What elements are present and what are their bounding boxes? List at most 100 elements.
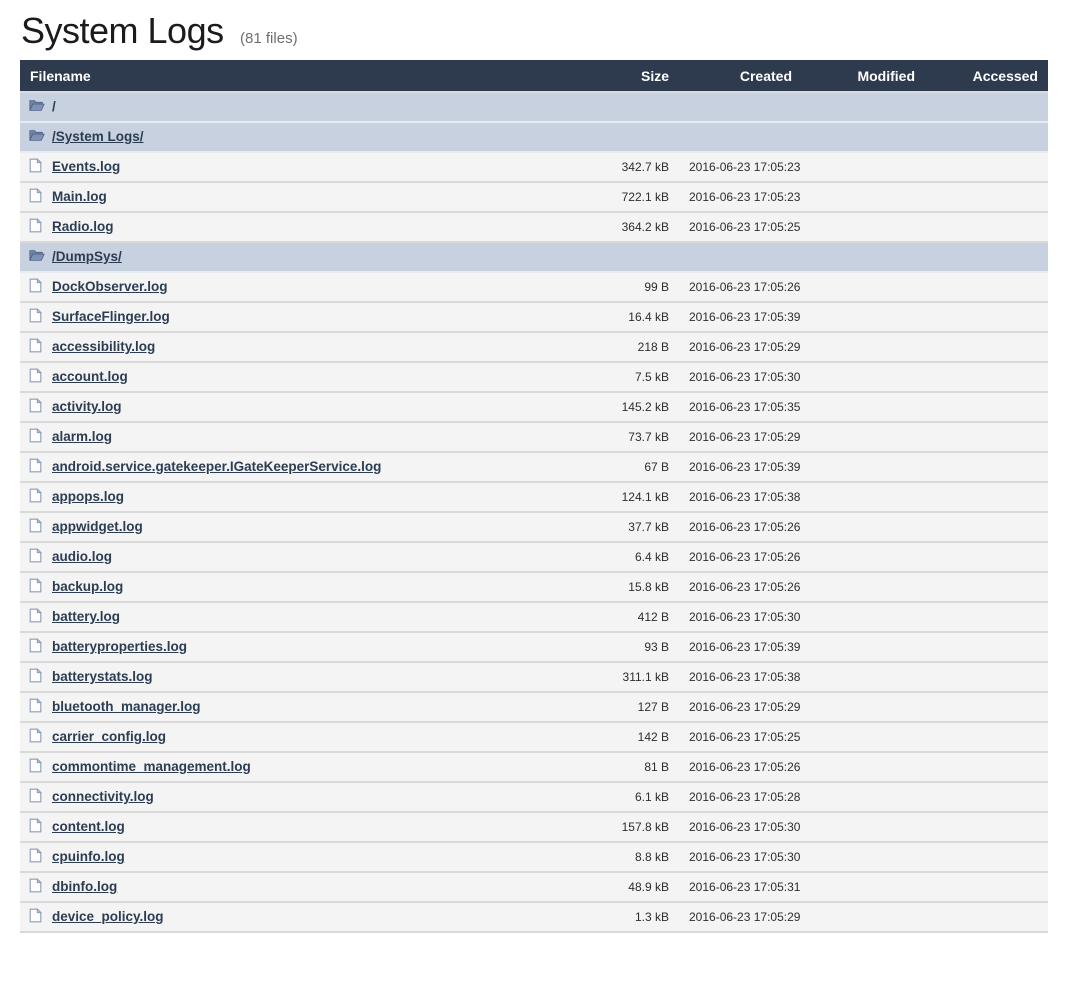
file-link[interactable]: alarm.log: [52, 429, 112, 444]
size-cell: 127 B: [556, 692, 679, 722]
file-link[interactable]: content.log: [52, 819, 125, 834]
file-icon: [29, 698, 45, 713]
file-link[interactable]: backup.log: [52, 579, 123, 594]
accessed-cell: [925, 152, 1048, 182]
column-header-created[interactable]: Created: [679, 60, 802, 92]
file-link[interactable]: cpuinfo.log: [52, 849, 125, 864]
file-link[interactable]: appwidget.log: [52, 519, 143, 534]
accessed-cell: [925, 242, 1048, 272]
column-header-filename[interactable]: Filename: [20, 60, 556, 92]
file-link[interactable]: Events.log: [52, 159, 120, 174]
file-icon: [29, 188, 45, 203]
file-icon: [29, 218, 45, 233]
file-link[interactable]: battery.log: [52, 609, 120, 624]
column-header-size[interactable]: Size: [556, 60, 679, 92]
size-cell: 7.5 kB: [556, 362, 679, 392]
table-row: /: [20, 92, 1048, 122]
modified-cell: [802, 302, 925, 332]
modified-cell: [802, 782, 925, 812]
file-icon: [29, 308, 45, 323]
file-link[interactable]: audio.log: [52, 549, 112, 564]
accessed-cell: [925, 302, 1048, 332]
file-link[interactable]: batteryproperties.log: [52, 639, 187, 654]
size-cell: 15.8 kB: [556, 572, 679, 602]
table-row: cpuinfo.log 8.8 kB 2016-06-23 17:05:30: [20, 842, 1048, 872]
file-link[interactable]: carrier_config.log: [52, 729, 166, 744]
accessed-cell: [925, 872, 1048, 902]
page-title: System Logs: [21, 10, 224, 51]
file-link[interactable]: dbinfo.log: [52, 879, 117, 894]
file-link[interactable]: connectivity.log: [52, 789, 154, 804]
file-link[interactable]: activity.log: [52, 399, 122, 414]
file-icon: [29, 338, 45, 353]
page-header: System Logs (81 files): [20, 0, 1048, 60]
file-link[interactable]: bluetooth_manager.log: [52, 699, 201, 714]
file-icon: [29, 788, 45, 803]
file-link[interactable]: Main.log: [52, 189, 107, 204]
created-cell: 2016-06-23 17:05:26: [679, 752, 802, 782]
folder-icon: [29, 128, 45, 143]
file-icon: [29, 428, 45, 443]
file-icon: [29, 398, 45, 413]
created-cell: 2016-06-23 17:05:31: [679, 872, 802, 902]
file-table-header: Filename Size Created Modified Accessed: [20, 60, 1048, 92]
size-cell: 124.1 kB: [556, 482, 679, 512]
table-row: account.log 7.5 kB 2016-06-23 17:05:30: [20, 362, 1048, 392]
created-cell: 2016-06-23 17:05:38: [679, 662, 802, 692]
file-link[interactable]: account.log: [52, 369, 128, 384]
table-row: Radio.log 364.2 kB 2016-06-23 17:05:25: [20, 212, 1048, 242]
column-header-accessed[interactable]: Accessed: [925, 60, 1048, 92]
file-icon: [29, 518, 45, 533]
column-header-modified[interactable]: Modified: [802, 60, 925, 92]
table-row: carrier_config.log 142 B 2016-06-23 17:0…: [20, 722, 1048, 752]
modified-cell: [802, 512, 925, 542]
size-cell: 73.7 kB: [556, 422, 679, 452]
file-link[interactable]: android.service.gatekeeper.IGateKeeperSe…: [52, 459, 381, 474]
created-cell: 2016-06-23 17:05:26: [679, 542, 802, 572]
file-link[interactable]: commontime_management.log: [52, 759, 251, 774]
accessed-cell: [925, 422, 1048, 452]
accessed-cell: [925, 902, 1048, 932]
file-link[interactable]: appops.log: [52, 489, 124, 504]
accessed-cell: [925, 182, 1048, 212]
table-row: Events.log 342.7 kB 2016-06-23 17:05:23: [20, 152, 1048, 182]
file-link[interactable]: batterystats.log: [52, 669, 153, 684]
created-cell: 2016-06-23 17:05:29: [679, 902, 802, 932]
size-cell: 81 B: [556, 752, 679, 782]
file-link[interactable]: SurfaceFlinger.log: [52, 309, 170, 324]
created-cell: 2016-06-23 17:05:35: [679, 392, 802, 422]
file-icon: [29, 638, 45, 653]
file-link[interactable]: Radio.log: [52, 219, 114, 234]
modified-cell: [802, 542, 925, 572]
size-cell: 8.8 kB: [556, 842, 679, 872]
accessed-cell: [925, 812, 1048, 842]
modified-cell: [802, 872, 925, 902]
file-icon: [29, 578, 45, 593]
accessed-cell: [925, 392, 1048, 422]
file-link[interactable]: accessibility.log: [52, 339, 155, 354]
file-icon: [29, 818, 45, 833]
table-row: audio.log 6.4 kB 2016-06-23 17:05:26: [20, 542, 1048, 572]
table-row: batterystats.log 311.1 kB 2016-06-23 17:…: [20, 662, 1048, 692]
modified-cell: [802, 602, 925, 632]
folder-link[interactable]: /DumpSys/: [52, 249, 122, 264]
folder-icon: [29, 248, 45, 263]
accessed-cell: [925, 662, 1048, 692]
file-link[interactable]: device_policy.log: [52, 909, 164, 924]
size-cell: 311.1 kB: [556, 662, 679, 692]
table-row: /DumpSys/: [20, 242, 1048, 272]
accessed-cell: [925, 572, 1048, 602]
modified-cell: [802, 182, 925, 212]
table-row: dbinfo.log 48.9 kB 2016-06-23 17:05:31: [20, 872, 1048, 902]
table-row: SurfaceFlinger.log 16.4 kB 2016-06-23 17…: [20, 302, 1048, 332]
modified-cell: [802, 422, 925, 452]
created-cell: [679, 122, 802, 152]
created-cell: 2016-06-23 17:05:38: [679, 482, 802, 512]
modified-cell: [802, 842, 925, 872]
file-icon: [29, 488, 45, 503]
file-link[interactable]: DockObserver.log: [52, 279, 168, 294]
folder-link[interactable]: /System Logs/: [52, 129, 144, 144]
file-icon: [29, 458, 45, 473]
table-row: alarm.log 73.7 kB 2016-06-23 17:05:29: [20, 422, 1048, 452]
created-cell: 2016-06-23 17:05:30: [679, 842, 802, 872]
